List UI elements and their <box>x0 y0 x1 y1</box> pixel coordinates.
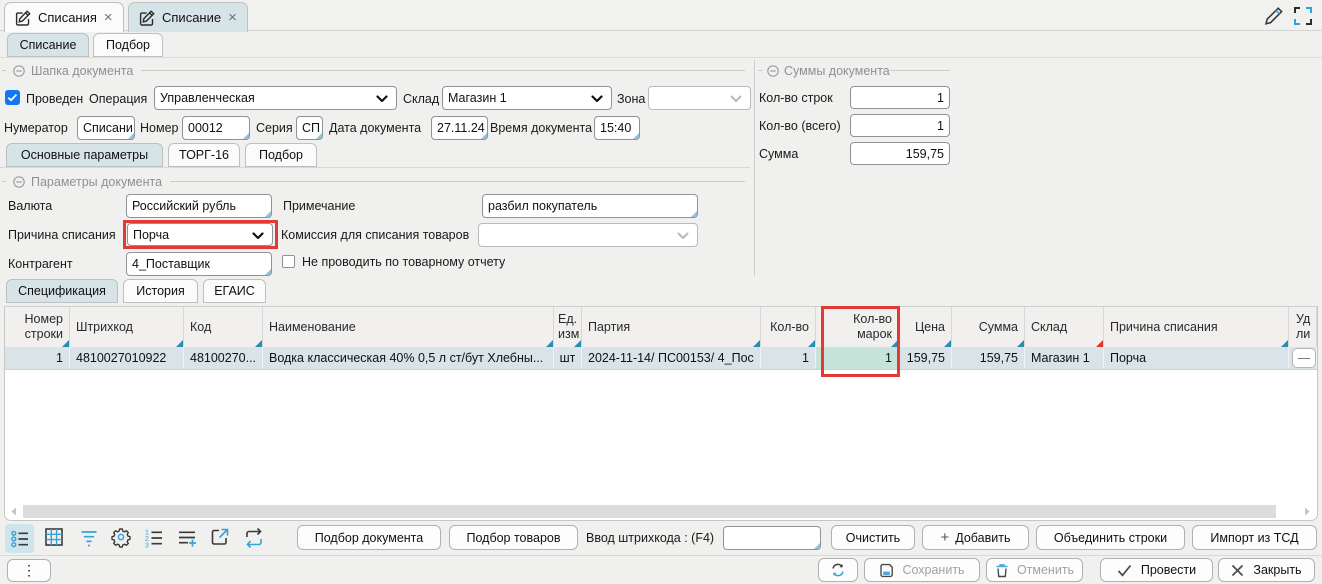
svg-text:3: 3 <box>145 542 149 549</box>
